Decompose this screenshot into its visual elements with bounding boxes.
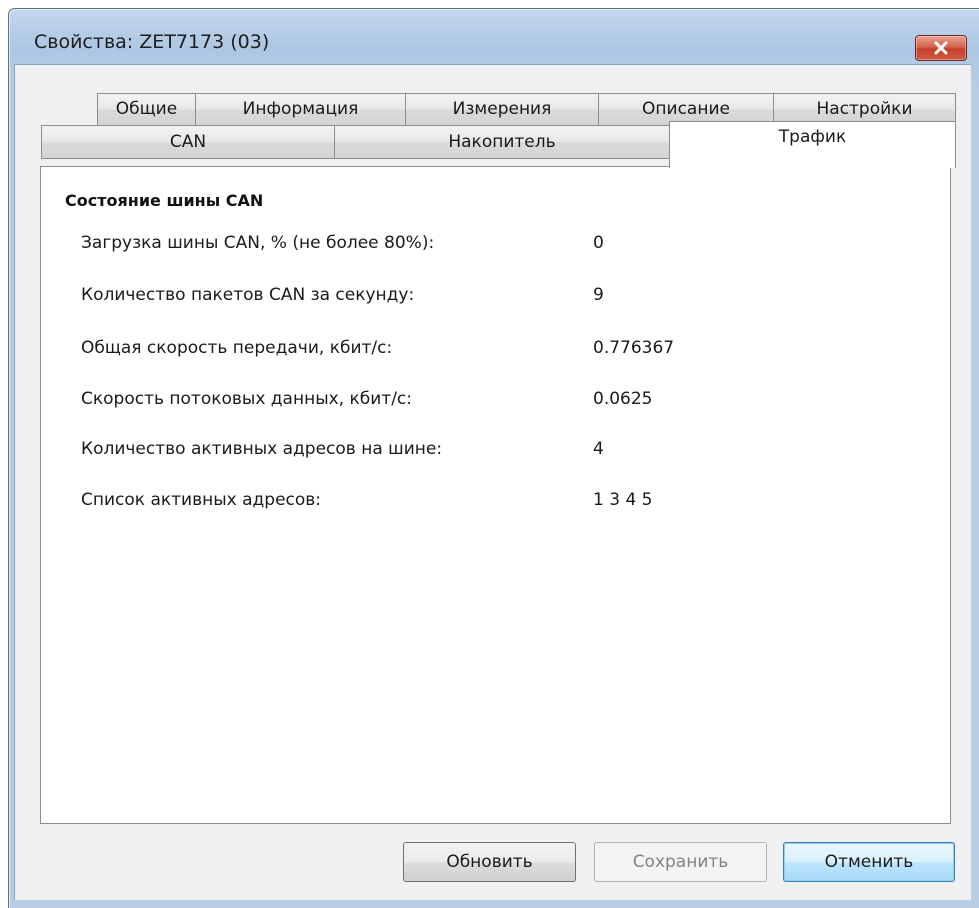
active-addresses-list-value: 1 3 4 5 xyxy=(593,490,653,510)
active-addresses-count-label: Количество активных адресов на шине: xyxy=(81,439,443,459)
tab-general[interactable]: Общие xyxy=(97,93,196,126)
window-title: Свойства: ZET7173 (03) xyxy=(34,31,270,53)
tab-storage[interactable]: Накопитель xyxy=(334,125,670,159)
section-title: Состояние шины CAN xyxy=(65,191,264,210)
total-rate-value: 0.776367 xyxy=(593,338,675,358)
packets-per-second-value: 9 xyxy=(593,285,604,305)
title-bar[interactable]: Свойства: ZET7173 (03) xyxy=(9,9,979,67)
bus-load-label: Загрузка шины CAN, % (не более 80%): xyxy=(81,233,435,253)
total-rate-label: Общая скорость передачи, кбит/с: xyxy=(81,338,393,358)
active-addresses-list-label: Список активных адресов: xyxy=(81,490,322,510)
tab-traffic[interactable]: Трафик xyxy=(669,121,956,168)
tab-measurements[interactable]: Измерения xyxy=(405,93,599,126)
refresh-button[interactable]: Обновить xyxy=(403,842,576,882)
save-button[interactable]: Сохранить xyxy=(594,842,767,882)
close-button[interactable] xyxy=(915,35,967,61)
stream-rate-value: 0.0625 xyxy=(593,389,653,409)
cancel-button[interactable]: Отменить xyxy=(783,842,955,882)
active-addresses-count-value: 4 xyxy=(593,439,604,459)
tab-information[interactable]: Информация xyxy=(195,93,406,126)
packets-per-second-label: Количество пакетов CAN за секунду: xyxy=(81,285,415,305)
traffic-panel: Состояние шины CAN Загрузка шины CAN, % … xyxy=(40,166,951,824)
tab-can[interactable]: CAN xyxy=(41,125,335,159)
close-icon xyxy=(934,41,948,55)
stream-rate-label: Скорость потоковых данных, кбит/с: xyxy=(81,389,412,409)
bus-load-value: 0 xyxy=(593,233,604,253)
